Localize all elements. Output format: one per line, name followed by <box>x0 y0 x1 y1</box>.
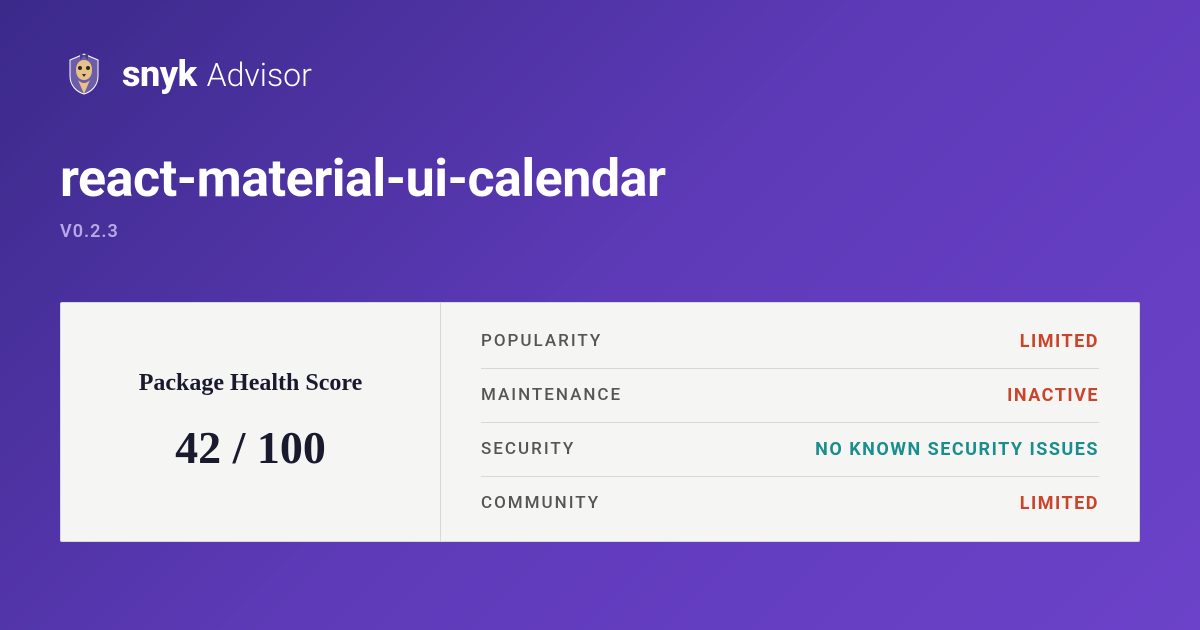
header: snyk Advisor <box>60 50 1140 98</box>
metric-row-security: SECURITY NO KNOWN SECURITY ISSUES <box>481 423 1099 477</box>
snyk-logo-icon <box>60 50 108 98</box>
score-section: Package Health Score 42 / 100 <box>61 303 441 541</box>
metric-label: POPULARITY <box>481 331 602 351</box>
metric-label: MAINTENANCE <box>481 385 622 405</box>
brand-sub: Advisor <box>207 56 312 94</box>
metric-value: INACTIVE <box>1007 385 1099 406</box>
health-card: Package Health Score 42 / 100 POPULARITY… <box>60 302 1140 542</box>
metric-row-maintenance: MAINTENANCE INACTIVE <box>481 369 1099 423</box>
package-name: react-material-ui-calendar <box>60 148 1140 209</box>
score-label: Package Health Score <box>139 370 363 397</box>
brand-name: snyk <box>122 53 197 95</box>
metric-value: NO KNOWN SECURITY ISSUES <box>815 439 1099 460</box>
score-value: 42 / 100 <box>175 421 326 474</box>
metric-label: COMMUNITY <box>481 493 600 513</box>
brand: snyk Advisor <box>122 53 312 95</box>
metric-value: LIMITED <box>1020 331 1099 352</box>
metric-label: SECURITY <box>481 439 575 459</box>
metric-row-community: COMMUNITY LIMITED <box>481 477 1099 530</box>
metric-row-popularity: POPULARITY LIMITED <box>481 315 1099 369</box>
metrics-list: POPULARITY LIMITED MAINTENANCE INACTIVE … <box>441 303 1139 541</box>
metric-value: LIMITED <box>1020 493 1099 514</box>
package-version: v0.2.3 <box>60 221 1140 242</box>
